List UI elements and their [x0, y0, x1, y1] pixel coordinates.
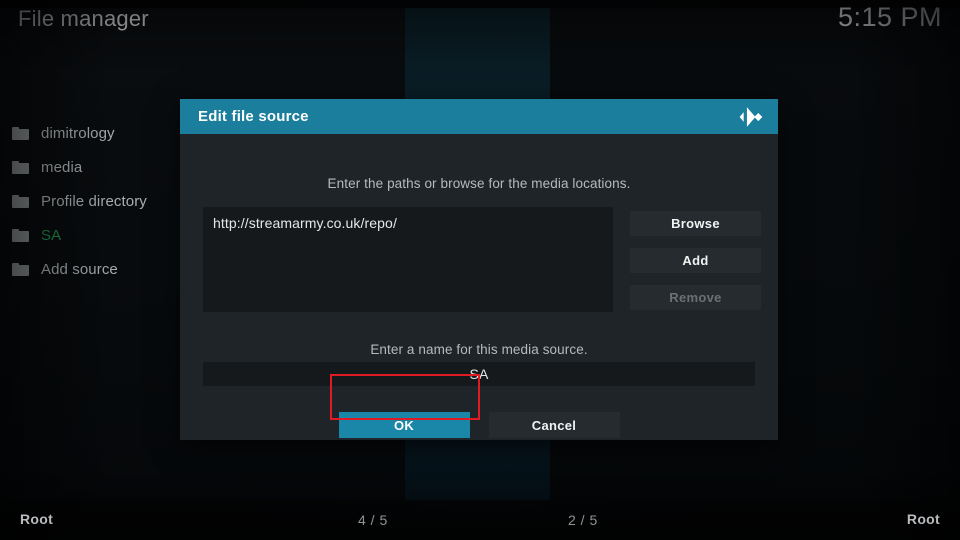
paths-list[interactable]: http://streamarmy.co.uk/repo/ [203, 207, 613, 312]
page-title: File manager [18, 6, 149, 32]
list-item-label: Profile directory [41, 193, 147, 210]
name-hint-label: Enter a name for this media source. [180, 342, 778, 357]
window-header: File manager 5:15 PM [0, 0, 960, 46]
cancel-button[interactable]: Cancel [489, 412, 620, 438]
list-item-label: media [41, 159, 82, 176]
list-item-label: dimitrology [41, 125, 115, 142]
status-left-count: 4 / 5 [358, 512, 388, 528]
paths-hint-label: Enter the paths or browse for the media … [180, 176, 778, 191]
kodi-screen: File manager 5:15 PM dimitrology media P… [0, 0, 960, 540]
clock: 5:15 PM [838, 2, 942, 33]
source-name-input[interactable]: SA [203, 362, 755, 386]
dialog-title-bar: Edit file source [180, 99, 778, 134]
folder-icon [12, 229, 29, 242]
path-actions: Browse Add Remove [630, 211, 761, 310]
status-right-path: Root [907, 511, 940, 527]
folder-icon [12, 161, 29, 174]
folder-icon [12, 263, 29, 276]
file-list-left: dimitrology media Profile directory SA A… [0, 116, 200, 286]
dialog-actions: OK Cancel [180, 412, 778, 438]
kodi-logo-icon [738, 104, 764, 130]
source-name-value: SA [469, 366, 488, 382]
status-left-path: Root [20, 511, 53, 527]
list-item[interactable]: dimitrology [0, 116, 200, 150]
status-bar: Root 4 / 5 2 / 5 Root [0, 500, 960, 540]
list-item-sa[interactable]: SA [0, 218, 200, 252]
list-item-add-source[interactable]: Add source [0, 252, 200, 286]
dialog-body: Enter the paths or browse for the media … [180, 134, 778, 440]
status-right-count: 2 / 5 [568, 512, 598, 528]
folder-icon [12, 195, 29, 208]
list-item[interactable]: media [0, 150, 200, 184]
ok-button[interactable]: OK [339, 412, 470, 438]
add-button[interactable]: Add [630, 248, 761, 273]
list-item[interactable]: Profile directory [0, 184, 200, 218]
list-item-label: Add source [41, 261, 118, 278]
folder-icon [12, 127, 29, 140]
path-entry[interactable]: http://streamarmy.co.uk/repo/ [213, 215, 603, 231]
list-item-label: SA [41, 227, 61, 244]
browse-button[interactable]: Browse [630, 211, 761, 236]
edit-file-source-dialog: Edit file source Enter the paths or brow… [180, 99, 778, 440]
dialog-title: Edit file source [198, 108, 309, 125]
remove-button: Remove [630, 285, 761, 310]
